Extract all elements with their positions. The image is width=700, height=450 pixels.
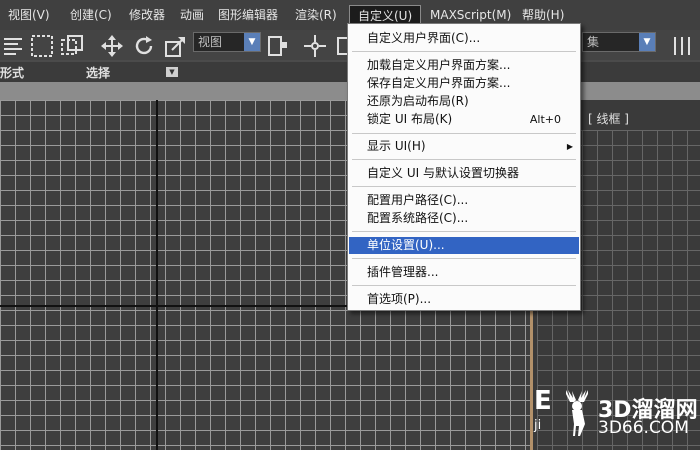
select-manipulate-icon[interactable]: [303, 34, 327, 58]
menu-item-customize-ui[interactable]: 自定义用户界面(C)...: [349, 30, 579, 47]
watermark-url: 3D66.COM: [598, 418, 689, 438]
watermark: E ji 3D溜溜网 3D66.COM: [534, 380, 700, 450]
select-by-name-icon[interactable]: [2, 34, 26, 58]
menu-separator: [352, 231, 576, 232]
menu-item-configure-user-paths[interactable]: 配置用户路径(C)...: [349, 192, 579, 209]
pivot-center-icon[interactable]: [266, 34, 290, 58]
scale-icon[interactable]: [164, 34, 188, 58]
deer-logo-icon: [566, 390, 588, 436]
menu-item-ui-defaults-switcher[interactable]: 自定义 UI 与默认设置切换器: [349, 165, 579, 182]
chevron-down-icon: ▼: [244, 33, 260, 51]
chevron-down-icon: ▼: [639, 33, 655, 51]
menu-separator: [352, 285, 576, 286]
ribbon-select-label[interactable]: 选择: [86, 64, 110, 81]
menu-item-configure-system-paths[interactable]: 配置系统路径(C)...: [349, 210, 579, 227]
menu-item-units-setup[interactable]: 单位设置(U)...: [349, 237, 579, 254]
menu-item-revert-startup-layout[interactable]: 还原为启动布局(R): [349, 93, 579, 110]
watermark-left-small: ji: [534, 418, 542, 433]
watermark-left-big: E: [534, 386, 552, 416]
reference-coord-combo[interactable]: 视图 ▼: [193, 32, 261, 52]
menu-separator: [352, 258, 576, 259]
ribbon-dropdown-icon[interactable]: ▼: [166, 67, 178, 77]
menu-item-plugin-manager[interactable]: 插件管理器...: [349, 264, 579, 281]
move-icon[interactable]: [100, 34, 124, 58]
menu-rendering[interactable]: 渲染(R): [295, 0, 337, 30]
reference-coord-value: 视图: [198, 35, 223, 49]
grid-y-axis: [156, 100, 158, 450]
named-selection-value: 集: [587, 35, 600, 49]
menu-modifiers[interactable]: 修改器: [129, 0, 165, 30]
ribbon-mode-label[interactable]: 形式: [0, 64, 24, 81]
menu-separator: [352, 133, 576, 134]
rect-selection-icon[interactable]: [30, 34, 54, 58]
window-crossing-icon[interactable]: [60, 34, 84, 58]
mirror-icon[interactable]: [670, 34, 694, 58]
rotate-icon[interactable]: [132, 34, 156, 58]
menu-animation[interactable]: 动画: [180, 0, 204, 30]
menu-separator: [352, 51, 576, 52]
shortcut-text: Alt+0: [529, 113, 561, 126]
menu-item-load-ui-scheme[interactable]: 加载自定义用户界面方案...: [349, 57, 579, 74]
customize-dropdown-menu: 自定义用户界面(C)... 加载自定义用户界面方案... 保存自定义用户界面方案…: [347, 23, 581, 311]
menu-item-lock-ui-layout[interactable]: 锁定 UI 布局(K) Alt+0: [349, 111, 579, 128]
menu-separator: [352, 159, 576, 160]
named-selection-combo[interactable]: 集 ▼: [582, 32, 656, 52]
menu-item-show-ui[interactable]: 显示 UI(H) ▶: [349, 138, 579, 155]
menu-create[interactable]: 创建(C): [70, 0, 112, 30]
menu-graph-editors[interactable]: 图形编辑器: [218, 0, 278, 30]
menu-item-save-ui-scheme[interactable]: 保存自定义用户界面方案...: [349, 75, 579, 92]
menu-separator: [352, 186, 576, 187]
viewport-label[interactable]: [ 线框 ]: [588, 110, 629, 127]
submenu-arrow-icon: ▶: [566, 142, 573, 151]
menu-view[interactable]: 视图(V): [8, 0, 50, 30]
menu-item-preferences[interactable]: 首选项(P)...: [349, 291, 579, 308]
